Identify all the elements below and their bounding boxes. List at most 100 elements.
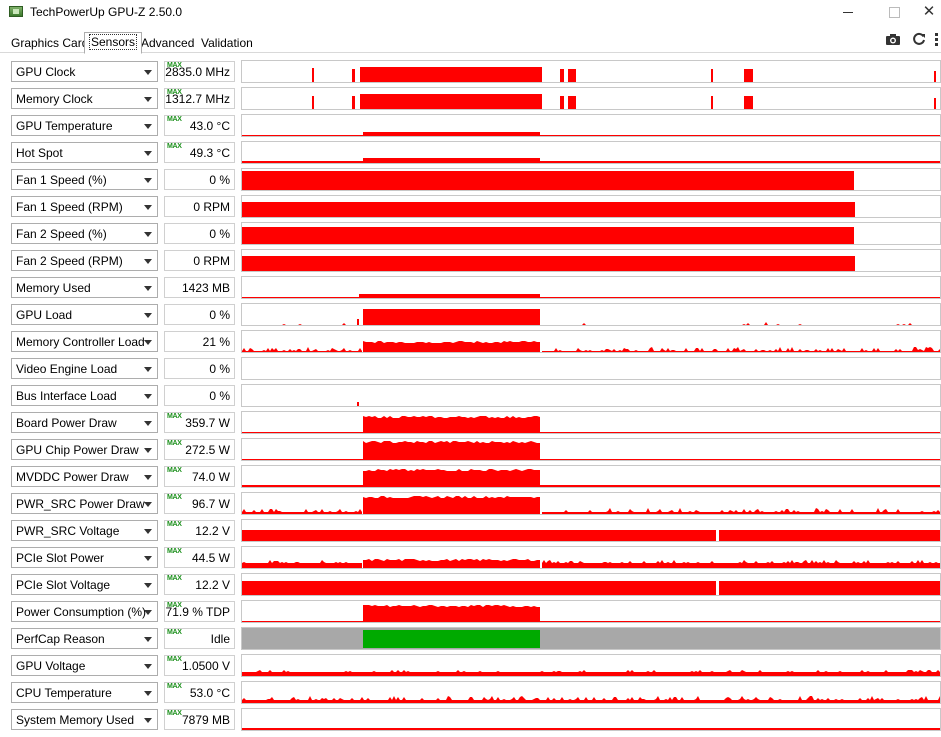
sensor-select[interactable]: Memory Clock <box>11 88 158 109</box>
sensor-graph[interactable] <box>241 141 941 164</box>
graph-trace <box>560 96 564 109</box>
sensor-graph[interactable] <box>241 627 941 650</box>
sensor-graph[interactable] <box>241 168 941 191</box>
graph-trace <box>359 294 540 298</box>
graph-plot <box>242 256 855 271</box>
sensor-graph[interactable] <box>241 519 941 542</box>
sensor-graph[interactable] <box>241 465 941 488</box>
sensor-graph[interactable] <box>241 276 941 299</box>
sensor-value: 0 RPM <box>193 200 230 214</box>
sensor-graph[interactable] <box>241 708 941 731</box>
graph-plot <box>242 605 940 622</box>
sensor-name: PCIe Slot Voltage <box>16 578 111 592</box>
sensor-select[interactable]: CPU Temperature <box>11 682 158 703</box>
graph-plot <box>242 670 940 676</box>
sensor-graph[interactable] <box>241 654 941 677</box>
sensor-graph[interactable] <box>241 681 941 704</box>
sensor-select[interactable]: GPU Clock <box>11 61 158 82</box>
sensor-select[interactable]: PCIe Slot Voltage <box>11 574 158 595</box>
graph-trace <box>352 69 355 82</box>
chevron-down-icon <box>144 124 152 129</box>
sensor-select[interactable]: GPU Chip Power Draw <box>11 439 158 460</box>
sensor-graph[interactable] <box>241 600 941 623</box>
sensor-select[interactable]: GPU Voltage <box>11 655 158 676</box>
close-button[interactable]: ✕ <box>917 0 941 24</box>
chevron-down-icon <box>144 583 152 588</box>
gpu-z-icon <box>9 6 23 17</box>
sensor-select[interactable]: PerfCap Reason <box>11 628 158 649</box>
sensor-select[interactable]: Video Engine Load <box>11 358 158 379</box>
graph-trace <box>568 69 576 82</box>
sensor-select[interactable]: GPU Load <box>11 304 158 325</box>
graph-plot <box>242 341 940 352</box>
graph-trace <box>363 605 540 622</box>
sensor-graph[interactable] <box>241 492 941 515</box>
graph-trace <box>363 132 540 136</box>
sensor-value-box: MAX 44.5 W <box>164 547 235 568</box>
sensor-graph[interactable] <box>241 249 941 272</box>
chevron-down-icon <box>144 502 152 507</box>
sensor-graph[interactable] <box>241 573 941 596</box>
graph-plot <box>242 496 940 514</box>
sensor-row-gpu-clock: GPU Clock MAX 2835.0 MHz <box>0 60 941 87</box>
sensor-select[interactable]: Power Consumption (%) <box>11 601 158 622</box>
graph-trace <box>744 96 753 109</box>
sensor-graph[interactable] <box>241 411 941 434</box>
sensor-graph[interactable] <box>241 195 941 218</box>
graph-trace <box>542 508 940 514</box>
sensor-value: 21 % <box>202 335 230 349</box>
menu-icon[interactable] <box>933 32 941 48</box>
sensor-select[interactable]: PWR_SRC Power Draw <box>11 493 158 514</box>
sensor-graph[interactable] <box>241 222 941 245</box>
tab-graphics-card[interactable]: Graphics Card <box>6 34 93 52</box>
sensor-select[interactable]: PWR_SRC Voltage <box>11 520 158 541</box>
sensor-graph[interactable] <box>241 60 941 83</box>
sensor-value: 53.0 °C <box>189 686 230 700</box>
sensor-select[interactable]: System Memory Used <box>11 709 158 730</box>
sensor-select[interactable]: GPU Temperature <box>11 115 158 136</box>
minimize-button[interactable] <box>825 0 871 24</box>
graph-trace <box>242 322 940 325</box>
sensor-select[interactable]: Memory Used <box>11 277 158 298</box>
tab-advanced[interactable]: Advanced <box>136 34 199 52</box>
sensor-select[interactable]: Memory Controller Load <box>11 331 158 352</box>
sensor-row-memory-used: Memory Used 1423 MB <box>0 276 941 303</box>
maximize-button[interactable] <box>871 0 917 24</box>
chevron-down-icon <box>144 178 152 183</box>
sensor-graph[interactable] <box>241 87 941 110</box>
sensor-select[interactable]: Fan 1 Speed (%) <box>11 169 158 190</box>
sensor-name: GPU Chip Power Draw <box>16 443 139 457</box>
sensor-select[interactable]: Board Power Draw <box>11 412 158 433</box>
graph-trace <box>360 94 542 109</box>
sensor-value-box: MAX 12.2 V <box>164 574 235 595</box>
tab-label: Graphics Card <box>11 36 89 50</box>
sensor-select[interactable]: Hot Spot <box>11 142 158 163</box>
sensor-graph[interactable] <box>241 303 941 326</box>
sensor-graph[interactable] <box>241 330 941 353</box>
sensor-graph[interactable] <box>241 438 941 461</box>
refresh-icon[interactable] <box>911 32 927 48</box>
sensor-value-box: MAX 272.5 W <box>164 439 235 460</box>
sensor-name: GPU Clock <box>16 65 76 79</box>
sensor-select[interactable]: Fan 1 Speed (RPM) <box>11 196 158 217</box>
sensor-value-box: 0 % <box>164 223 235 244</box>
sensor-graph[interactable] <box>241 357 941 380</box>
sensor-select[interactable]: Fan 2 Speed (RPM) <box>11 250 158 271</box>
tab-sensors[interactable]: Sensors <box>84 32 143 54</box>
tab-validation[interactable]: Validation <box>196 34 258 52</box>
sensor-graph[interactable] <box>241 384 941 407</box>
sensor-select[interactable]: Fan 2 Speed (%) <box>11 223 158 244</box>
sensor-graph[interactable] <box>241 114 941 137</box>
sensor-value: Idle <box>210 632 230 646</box>
sensor-name: Fan 2 Speed (%) <box>16 227 107 241</box>
graph-trace <box>357 402 359 406</box>
sensor-select[interactable]: MVDDC Power Draw <box>11 466 158 487</box>
sensor-select[interactable]: Bus Interface Load <box>11 385 158 406</box>
sensor-row-pcie-slot-power: PCIe Slot Power MAX 44.5 W <box>0 546 941 573</box>
camera-icon[interactable] <box>885 32 901 48</box>
maximize-icon <box>888 7 900 19</box>
chevron-down-icon <box>144 286 152 291</box>
sensor-select[interactable]: PCIe Slot Power <box>11 547 158 568</box>
sensor-value: 0 % <box>209 362 230 376</box>
sensor-graph[interactable] <box>241 546 941 569</box>
